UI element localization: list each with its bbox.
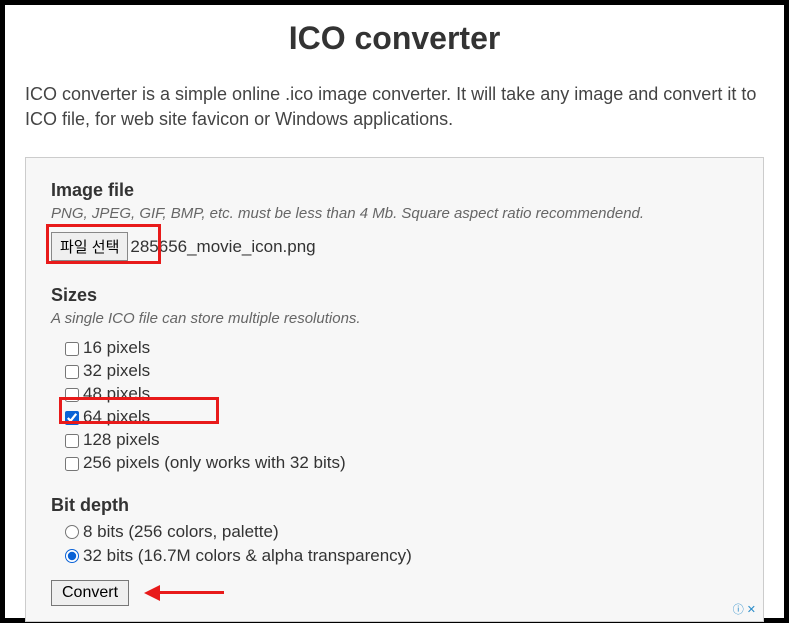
size-label: 32 pixels: [83, 360, 150, 383]
ad-marker[interactable]: ⓘ ✕: [733, 601, 756, 617]
file-select-button[interactable]: 파일 선택: [51, 232, 128, 261]
bitdepth-list: 8 bits (256 colors, palette) 32 bits (16…: [65, 520, 738, 568]
size-checkbox-256[interactable]: [65, 457, 79, 471]
size-checkbox-128[interactable]: [65, 434, 79, 448]
size-option-256[interactable]: 256 pixels (only works with 32 bits): [65, 452, 738, 475]
image-file-hint: PNG, JPEG, GIF, BMP, etc. must be less t…: [51, 205, 738, 222]
selected-file-name: 285656_movie_icon.png: [130, 237, 315, 257]
size-checkbox-64[interactable]: [65, 411, 79, 425]
sizes-hint: A single ICO file can store multiple res…: [51, 310, 738, 327]
size-checkbox-32[interactable]: [65, 365, 79, 379]
image-file-heading: Image file: [51, 180, 738, 201]
size-label: 256 pixels (only works with 32 bits): [83, 452, 346, 475]
bitdepth-radio-8[interactable]: [65, 525, 79, 539]
size-label: 64 pixels: [83, 406, 150, 429]
bitdepth-heading: Bit depth: [51, 495, 738, 516]
size-label: 128 pixels: [83, 429, 160, 452]
size-option-64[interactable]: 64 pixels: [65, 406, 738, 429]
bitdepth-option-8[interactable]: 8 bits (256 colors, palette): [65, 520, 738, 544]
bitdepth-label: 8 bits (256 colors, palette): [83, 520, 279, 544]
convert-button[interactable]: Convert: [51, 580, 129, 606]
size-option-48[interactable]: 48 pixels: [65, 383, 738, 406]
bitdepth-radio-32[interactable]: [65, 549, 79, 563]
size-checkbox-48[interactable]: [65, 388, 79, 402]
sizes-list: 16 pixels 32 pixels 48 pixels 64 pixels …: [65, 337, 738, 475]
size-option-16[interactable]: 16 pixels: [65, 337, 738, 360]
size-option-128[interactable]: 128 pixels: [65, 429, 738, 452]
sizes-heading: Sizes: [51, 285, 738, 306]
page-title: ICO converter: [25, 20, 764, 57]
size-option-32[interactable]: 32 pixels: [65, 360, 738, 383]
annotation-arrow-icon: [144, 586, 224, 600]
size-label: 48 pixels: [83, 383, 150, 406]
converter-form: Image file PNG, JPEG, GIF, BMP, etc. mus…: [25, 157, 764, 621]
page-description: ICO converter is a simple online .ico im…: [25, 82, 764, 132]
bitdepth-label: 32 bits (16.7M colors & alpha transparen…: [83, 544, 412, 568]
size-checkbox-16[interactable]: [65, 342, 79, 356]
size-label: 16 pixels: [83, 337, 150, 360]
bitdepth-option-32[interactable]: 32 bits (16.7M colors & alpha transparen…: [65, 544, 738, 568]
